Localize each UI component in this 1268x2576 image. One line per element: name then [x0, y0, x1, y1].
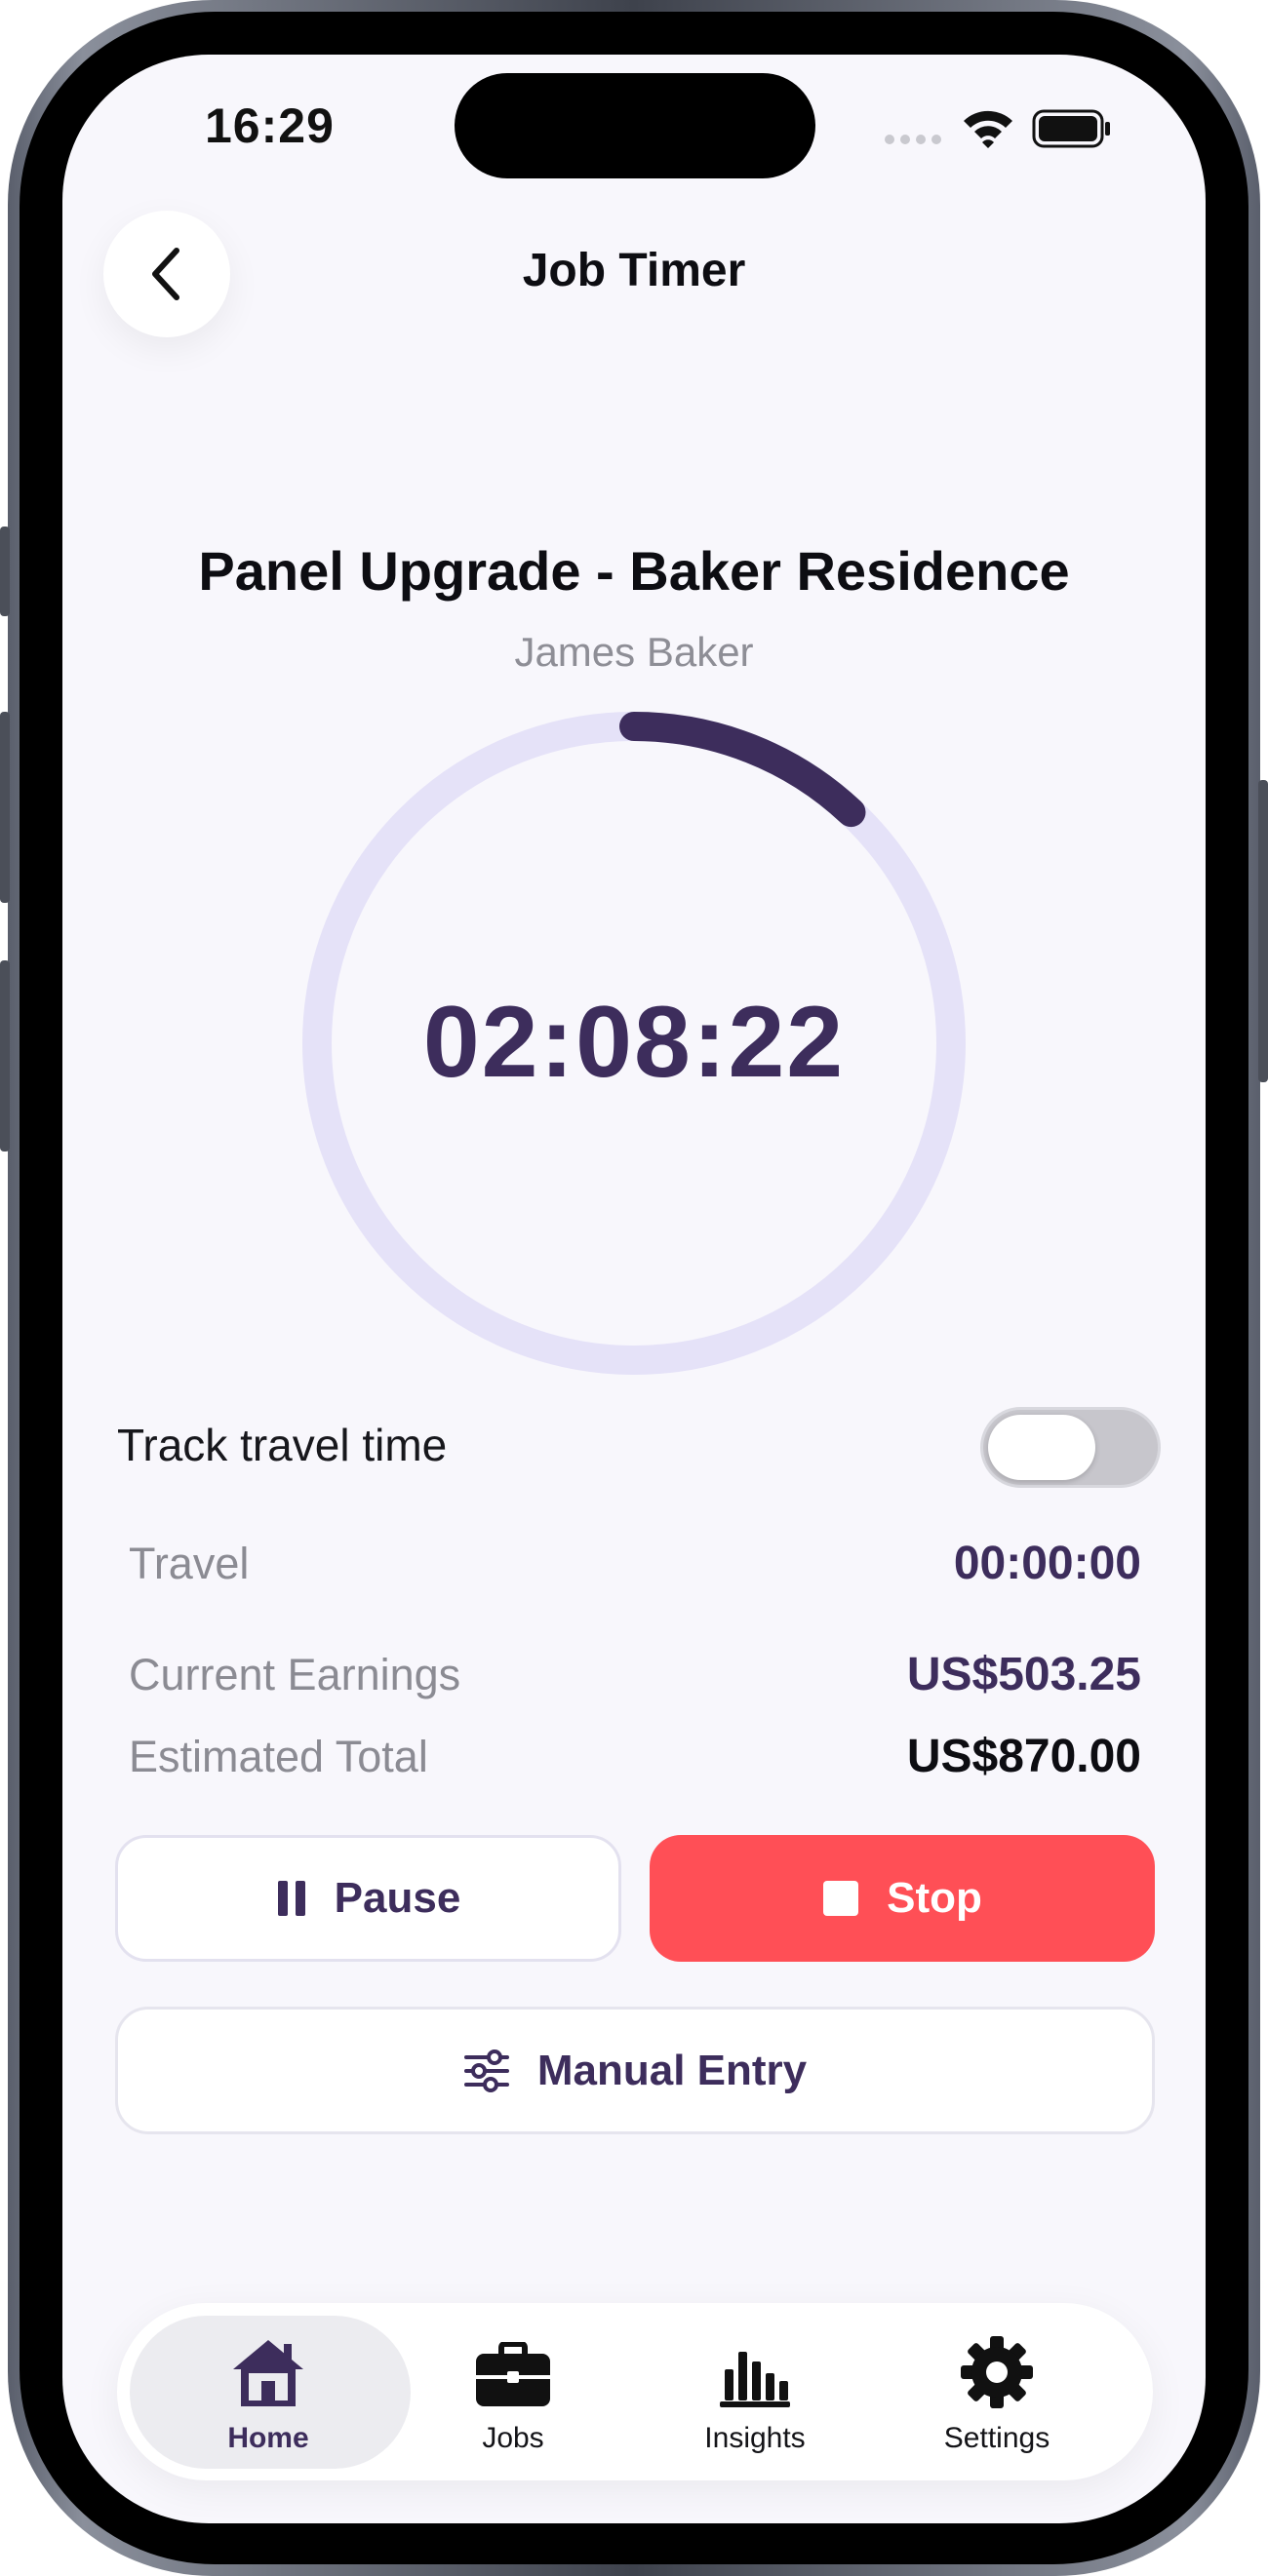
battery-icon [1032, 109, 1112, 153]
stop-icon [823, 1881, 859, 1916]
dynamic-island [455, 73, 815, 178]
stop-button[interactable]: Stop [650, 1835, 1155, 1962]
device-action-button [0, 527, 10, 616]
tab-jobs-label: Jobs [482, 2422, 544, 2454]
toggle-knob [988, 1415, 1095, 1480]
job-title: Panel Upgrade - Baker Residence [198, 540, 1070, 602]
wifi-icon [961, 107, 1015, 153]
track-travel-label: Track travel time [117, 1420, 448, 1470]
tab-insights-label: Insights [704, 2422, 806, 2454]
estimated-total-label: Estimated Total [129, 1732, 428, 1781]
pause-button[interactable]: Pause [115, 1835, 621, 1962]
manual-entry-button[interactable]: Manual Entry [115, 2007, 1155, 2134]
sliders-icon [463, 2049, 509, 2092]
cellular-signal-icon [884, 133, 942, 151]
status-time: 16:29 [205, 98, 335, 153]
bar-chart-icon [720, 2352, 790, 2407]
briefcase-icon [476, 2342, 550, 2406]
home-icon [233, 2340, 303, 2406]
back-button[interactable] [103, 211, 230, 337]
pause-icon [277, 1881, 305, 1916]
device-volume-up-button [0, 712, 10, 903]
travel-value: 00:00:00 [953, 1538, 1141, 1589]
manual-entry-label: Manual Entry [536, 2046, 808, 2094]
device-volume-down-button [0, 960, 10, 1151]
tab-home[interactable]: Home [171, 2330, 366, 2455]
tab-insights[interactable]: Insights [657, 2330, 852, 2455]
track-travel-toggle[interactable] [980, 1407, 1161, 1488]
device-power-button [1258, 780, 1268, 1082]
tab-settings-label: Settings [943, 2422, 1050, 2454]
travel-label: Travel [129, 1539, 250, 1588]
tab-settings[interactable]: Settings [899, 2330, 1094, 2455]
current-earnings-label: Current Earnings [129, 1650, 461, 1699]
tab-home-label: Home [227, 2422, 309, 2454]
estimated-total-value: US$870.00 [906, 1731, 1141, 1782]
chevron-left-icon [152, 248, 179, 300]
pause-button-label: Pause [334, 1874, 461, 1922]
elapsed-timer: 02:08:22 [422, 986, 846, 1099]
tab-jobs[interactable]: Jobs [416, 2330, 611, 2455]
client-name: James Baker [514, 629, 754, 675]
current-earnings-value: US$503.25 [906, 1649, 1141, 1700]
stop-button-label: Stop [887, 1874, 982, 1922]
page-title: Job Timer [522, 245, 746, 296]
gear-icon [961, 2336, 1033, 2408]
